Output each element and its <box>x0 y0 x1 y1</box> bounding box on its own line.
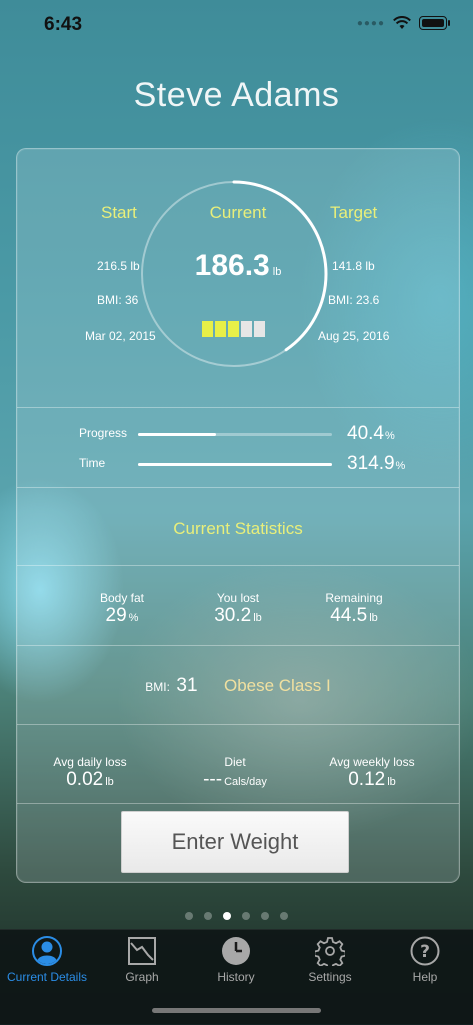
you-lost-value: 30.2 <box>214 605 252 626</box>
avg-daily-loss-label: Avg daily loss <box>53 755 127 769</box>
tab-label: Current Details <box>6 970 88 984</box>
progress-bar-fill <box>138 433 217 436</box>
tab-help[interactable]: ? Help <box>378 936 472 984</box>
svg-text:?: ? <box>420 942 430 962</box>
remaining-label: Remaining <box>325 591 383 605</box>
enter-weight-button[interactable]: Enter Weight <box>121 811 349 873</box>
avg-daily-loss-stat: Avg daily loss 0.02 lb <box>30 755 150 791</box>
help-icon: ? <box>410 936 440 966</box>
home-indicator[interactable] <box>152 1008 321 1013</box>
divider <box>17 645 459 646</box>
you-lost-stat: You lost 30.2 lb <box>178 591 298 627</box>
user-name: Steve Adams <box>133 76 340 114</box>
body-fat-unit: % <box>128 612 139 624</box>
bmi-label: BMI: <box>145 680 170 694</box>
page-dot[interactable] <box>223 912 231 920</box>
tab-label: History <box>217 970 255 984</box>
avg-weekly-loss-stat: Avg weekly loss 0.12 lb <box>312 755 432 791</box>
remaining-unit: lb <box>369 612 378 624</box>
avg-weekly-loss-unit: lb <box>387 776 396 788</box>
current-weight: 186.3 lb <box>17 249 459 283</box>
divider <box>17 487 459 488</box>
level-segment <box>241 321 252 337</box>
status-bar: 6:43 ●●●● <box>0 0 473 50</box>
level-segment <box>228 321 239 337</box>
bmi-value: 31 <box>176 675 198 696</box>
diet-label: Diet <box>224 755 246 769</box>
start-date: Mar 02, 2015 <box>85 329 156 343</box>
target-label: Target <box>330 203 378 222</box>
section-title: Current Statistics <box>173 519 303 538</box>
diet-unit: Cals/day <box>224 776 267 788</box>
level-segment <box>215 321 226 337</box>
tab-current-details[interactable]: Current Details <box>0 936 94 984</box>
time-unit: % <box>395 460 406 472</box>
tab-label: Help <box>412 970 438 984</box>
enter-weight-label: Enter Weight <box>171 829 299 854</box>
target-date: Aug 25, 2016 <box>318 329 390 343</box>
time-value: 314.9 <box>347 453 395 474</box>
current-weight-value: 186.3 <box>194 249 270 282</box>
tab-history[interactable]: History <box>189 936 283 984</box>
start-bmi: BMI: 36 <box>97 293 139 307</box>
diet-value: --- <box>203 769 223 790</box>
remaining-stat: Remaining 44.5 lb <box>294 591 414 627</box>
progress-unit: % <box>384 430 395 442</box>
graph-icon <box>128 937 156 965</box>
time-label: Time <box>79 456 106 470</box>
you-lost-label: You lost <box>216 591 260 605</box>
avg-weekly-loss-label: Avg weekly loss <box>329 755 415 769</box>
tab-label: Graph <box>125 970 159 984</box>
level-segment <box>202 321 213 337</box>
tab-graph[interactable]: Graph <box>95 936 189 984</box>
status-time: 6:43 <box>44 14 83 35</box>
you-lost-unit: lb <box>253 612 262 624</box>
person-icon <box>32 936 62 966</box>
divider <box>17 407 459 408</box>
progress-bar <box>138 433 332 436</box>
wifi-icon <box>393 16 411 29</box>
signal-dots-icon: ●●●● <box>356 17 385 29</box>
battery-icon <box>419 16 450 30</box>
page-dot[interactable] <box>185 912 193 920</box>
gear-icon <box>315 937 345 966</box>
diet-stat: Diet --- Cals/day <box>175 755 295 791</box>
tab-label: Settings <box>308 970 352 984</box>
progress-row: Progress 40.4% <box>17 423 459 445</box>
remaining-value: 44.5 <box>330 605 368 626</box>
divider <box>17 565 459 566</box>
bmi-row: BMI: 31 Obese Class I <box>17 675 459 697</box>
page-dot[interactable] <box>242 912 250 920</box>
page-dot[interactable] <box>280 912 288 920</box>
body-fat-label: Body fat <box>99 591 145 605</box>
time-bar-fill <box>138 463 332 466</box>
body-fat-stat: Body fat 29% <box>62 591 182 627</box>
status-icons: ●●●● <box>356 16 450 30</box>
page-dot[interactable] <box>261 912 269 920</box>
avg-daily-loss-value: 0.02 <box>66 769 104 790</box>
tab-settings[interactable]: Settings <box>283 936 377 984</box>
time-row: Time 314.9% <box>17 453 459 475</box>
page-indicator[interactable] <box>0 912 473 920</box>
level-indicator <box>202 321 265 337</box>
target-bmi: BMI: 23.6 <box>328 293 380 307</box>
progress-label: Progress <box>79 426 128 440</box>
current-weight-unit: lb <box>272 266 282 278</box>
progress-value: 40.4 <box>347 423 384 444</box>
clock-icon <box>222 937 250 965</box>
bmi-class: Obese Class I <box>223 676 331 695</box>
page-dot[interactable] <box>204 912 212 920</box>
details-card: Start Current Target 216.5 lb BMI: 36 Ma… <box>16 148 460 883</box>
divider <box>17 724 459 725</box>
divider <box>17 803 459 804</box>
avg-daily-loss-unit: lb <box>105 776 114 788</box>
avg-weekly-loss-value: 0.12 <box>348 769 386 790</box>
level-segment <box>254 321 265 337</box>
body-fat-value: 29 <box>105 605 127 626</box>
time-bar <box>138 463 332 466</box>
